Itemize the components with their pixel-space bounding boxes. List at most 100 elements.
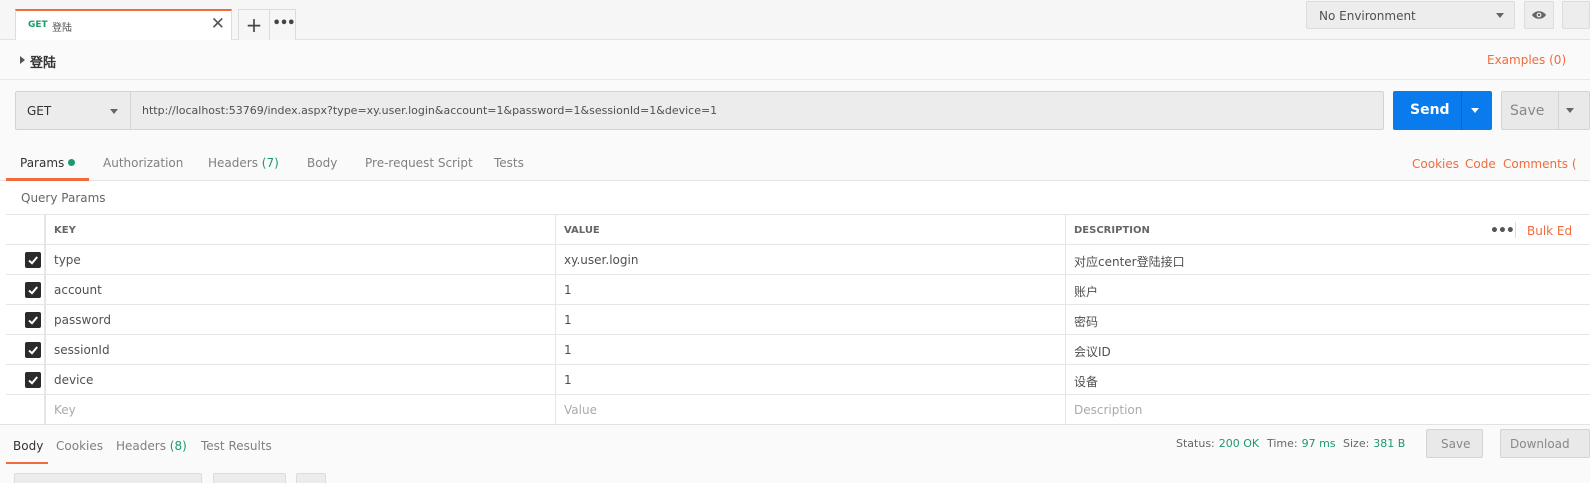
active-dot-icon [68, 159, 76, 166]
environment-quick-look-button[interactable] [1524, 1, 1554, 29]
row-checkbox[interactable] [25, 342, 41, 358]
param-value: 1 [564, 373, 572, 387]
save-button[interactable]: Save [1501, 91, 1590, 130]
request-title[interactable]: 登陆 [30, 52, 56, 71]
response-view-select-partial[interactable] [14, 473, 202, 483]
response-wrap-button-partial[interactable] [296, 473, 326, 483]
param-value-cell[interactable]: 1 [556, 365, 1066, 394]
header-divider [1515, 222, 1516, 238]
environment-select[interactable]: No Environment [1306, 1, 1515, 29]
examples-link[interactable]: Examples (0) [1487, 53, 1566, 67]
caret-right-icon[interactable] [20, 56, 25, 64]
save-button-label: Save [1510, 103, 1545, 119]
row-checkbox[interactable] [25, 372, 41, 388]
code-link[interactable]: Code [1465, 157, 1496, 171]
param-description: 会议ID [1074, 345, 1111, 359]
param-key: type [54, 253, 81, 267]
settings-button-partial[interactable] [1562, 1, 1590, 29]
time-value: 97 ms [1301, 437, 1336, 450]
url-input[interactable]: http://localhost:53769/index.aspx?type=x… [130, 91, 1384, 130]
tab-actions: + ••• [238, 9, 296, 40]
param-description-cell[interactable]: 密码 [1066, 305, 1590, 334]
download-response-button[interactable]: Download [1500, 429, 1590, 458]
tab-prerequest-script[interactable]: Pre-request Script [365, 156, 473, 170]
new-key-placeholder: Key [54, 403, 76, 417]
bulk-edit-link[interactable]: Bulk Ed [1527, 224, 1572, 238]
tab-params[interactable]: Params [20, 156, 76, 170]
param-value-cell[interactable]: xy.user.login [556, 245, 1066, 274]
row-checkbox-cell [6, 335, 45, 364]
comments-link[interactable]: Comments ( [1503, 157, 1577, 171]
response-tab-body[interactable]: Body [13, 439, 43, 453]
row-checkbox[interactable] [25, 282, 41, 298]
param-key-cell[interactable]: sessionId [45, 335, 556, 364]
param-key-cell[interactable]: password [45, 305, 556, 334]
response-format-select-partial[interactable] [213, 473, 286, 483]
chevron-down-icon[interactable] [1471, 108, 1479, 113]
tab-headers[interactable]: Headers (7) [208, 156, 279, 170]
close-icon[interactable]: ✕ [211, 14, 225, 34]
param-key-cell[interactable]: device [45, 365, 556, 394]
download-response-label: Download [1510, 437, 1570, 451]
table-row: type xy.user.login 对应center登陆接口 [6, 245, 1590, 275]
chevron-down-icon [1496, 13, 1504, 18]
send-button[interactable]: Send [1393, 91, 1492, 130]
new-description-placeholder: Description [1074, 403, 1143, 417]
tab-authorization[interactable]: Authorization [103, 156, 183, 170]
checkmark-icon [28, 376, 38, 385]
param-description: 对应center登陆接口 [1074, 255, 1185, 269]
more-tabs-ellipsis-icon[interactable]: ••• [270, 10, 297, 40]
request-tab-method: GET [28, 20, 48, 30]
table-header: KEY VALUE DESCRIPTION ••• Bulk Ed [6, 214, 1590, 245]
param-description: 账户 [1074, 285, 1099, 299]
response-tab-cookies[interactable]: Cookies [56, 439, 103, 453]
row-checkbox[interactable] [25, 312, 41, 328]
save-button-divider [1558, 92, 1559, 129]
tab-params-label: Params [20, 156, 65, 170]
tab-body[interactable]: Body [307, 156, 337, 170]
column-key: KEY [45, 215, 556, 244]
new-key-input[interactable]: Key [45, 395, 556, 424]
param-key: account [54, 283, 102, 297]
param-description-cell[interactable]: 对应center登陆接口 [1066, 245, 1590, 274]
time-label: Time: [1267, 437, 1298, 450]
row-checkbox-cell [6, 275, 45, 304]
checkmark-icon [28, 316, 38, 325]
column-options-ellipsis-icon[interactable]: ••• [1490, 223, 1515, 239]
method-select[interactable]: GET [15, 91, 130, 130]
checkmark-icon [28, 286, 38, 295]
request-tabs: Params Authorization Headers (7) Body Pr… [0, 140, 1590, 181]
response-size: Size: 381 B [1343, 437, 1405, 450]
response-tab-headers-label: Headers [116, 439, 166, 453]
param-value-cell[interactable]: 1 [556, 305, 1066, 334]
cookies-link[interactable]: Cookies [1412, 157, 1459, 171]
response-tab-headers[interactable]: Headers (8) [116, 439, 187, 453]
param-description-cell[interactable]: 账户 [1066, 275, 1590, 304]
param-value: 1 [564, 313, 572, 327]
param-key: sessionId [54, 343, 110, 357]
param-key-cell[interactable]: account [45, 275, 556, 304]
param-description-cell[interactable]: 会议ID [1066, 335, 1590, 364]
tab-tests[interactable]: Tests [494, 156, 524, 170]
table-row: account 1 账户 [6, 275, 1590, 305]
response-tab-test-results[interactable]: Test Results [201, 439, 272, 453]
param-key: password [54, 313, 111, 327]
new-tab-plus-icon[interactable]: + [239, 10, 270, 40]
request-tab[interactable]: GET 登陆 ✕ [15, 9, 232, 40]
param-key-cell[interactable]: type [45, 245, 556, 274]
chevron-down-icon[interactable] [1566, 108, 1574, 113]
environment-select-value: No Environment [1319, 9, 1416, 23]
new-description-input[interactable]: Description [1066, 395, 1590, 424]
size-label: Size: [1343, 437, 1370, 450]
param-value-cell[interactable]: 1 [556, 275, 1066, 304]
param-value-cell[interactable]: 1 [556, 335, 1066, 364]
param-description-cell[interactable]: 设备 [1066, 365, 1590, 394]
new-value-input[interactable]: Value [556, 395, 1066, 424]
row-checkbox[interactable] [25, 252, 41, 268]
checkmark-icon [28, 346, 38, 355]
row-checkbox-cell [6, 305, 45, 334]
response-time: Time: 97 ms [1267, 437, 1336, 450]
save-response-button[interactable]: Save [1426, 429, 1483, 458]
table-row: sessionId 1 会议ID [6, 335, 1590, 365]
table-row: password 1 密码 [6, 305, 1590, 335]
